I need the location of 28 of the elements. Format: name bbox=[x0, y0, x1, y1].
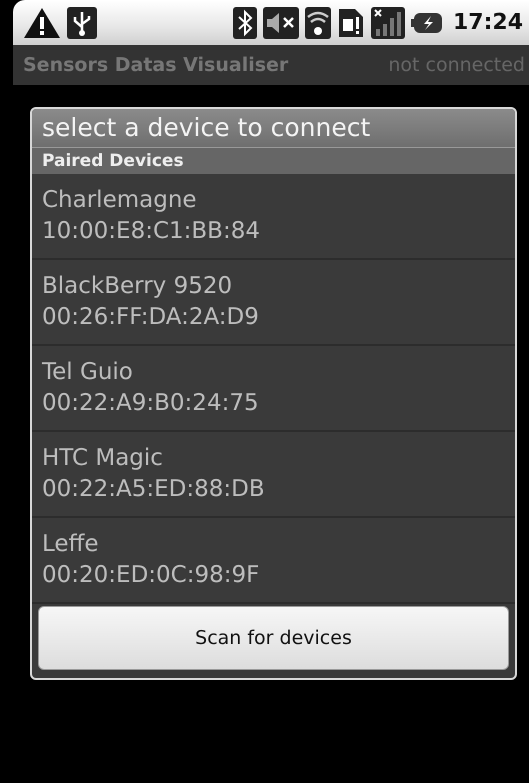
device-address: 10:00:E8:C1:BB:84 bbox=[42, 217, 260, 246]
device-address: 00:20:ED:0C:98:9F bbox=[42, 561, 260, 590]
device-name: Charlemagne bbox=[42, 186, 197, 215]
device-name: Tel Guio bbox=[42, 358, 133, 387]
device-address: 00:22:A9:B0:24:75 bbox=[42, 389, 259, 418]
device-name: BlackBerry 9520 bbox=[42, 272, 232, 301]
device-list-item[interactable]: HTC Magic 00:22:A5:ED:88:DB bbox=[32, 432, 515, 518]
device-name: Leffe bbox=[42, 530, 99, 559]
mute-icon bbox=[262, 6, 299, 38]
device-list-item[interactable]: Charlemagne 10:00:E8:C1:BB:84 bbox=[32, 174, 515, 260]
signal-icon bbox=[370, 6, 405, 38]
app-title: Sensors Datas Visualiser bbox=[23, 54, 288, 76]
sim-card-icon bbox=[336, 6, 365, 38]
wifi-icon bbox=[304, 6, 331, 38]
warning-icon bbox=[23, 6, 61, 38]
device-address: 00:22:A5:ED:88:DB bbox=[42, 475, 265, 504]
bluetooth-icon bbox=[232, 6, 257, 38]
dialog-title: select a device to connect bbox=[32, 109, 515, 148]
usb-icon bbox=[67, 6, 97, 38]
device-list-item[interactable]: Tel Guio 00:22:A9:B0:24:75 bbox=[32, 346, 515, 432]
device-name: HTC Magic bbox=[42, 444, 163, 473]
section-header: Paired Devices bbox=[32, 148, 515, 174]
device-list-item[interactable]: BlackBerry 9520 00:26:FF:DA:2A:D9 bbox=[32, 260, 515, 346]
device-address: 00:26:FF:DA:2A:D9 bbox=[42, 303, 259, 332]
clock: 17:24 bbox=[452, 10, 523, 35]
scan-button[interactable]: Scan for devices bbox=[38, 606, 509, 670]
battery-charging-icon bbox=[410, 12, 443, 34]
device-list-item[interactable]: Leffe 00:20:ED:0C:98:9F bbox=[32, 518, 515, 604]
